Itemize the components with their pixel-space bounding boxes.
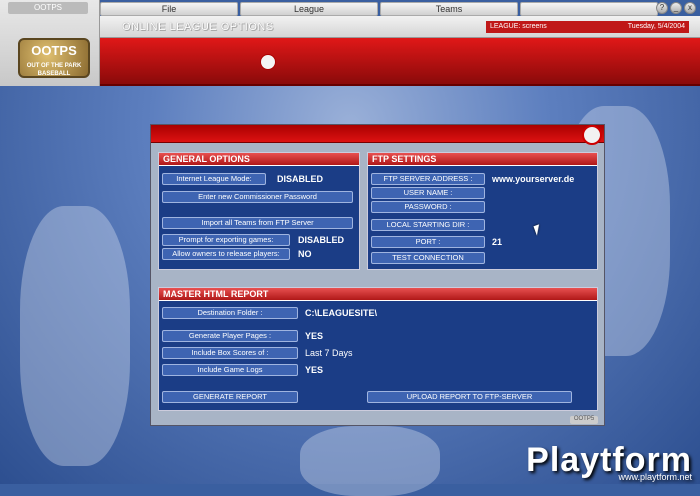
menu-file[interactable]: File bbox=[100, 2, 238, 16]
html-report-section: MASTER HTML REPORT Destination Folder : … bbox=[158, 287, 598, 411]
logo-tab[interactable]: OOTPS bbox=[8, 2, 88, 14]
game-logs-label: Include Game Logs bbox=[162, 364, 298, 376]
current-date: Tuesday, 5/4/2004 bbox=[627, 23, 685, 30]
page-title: ONLINE LEAGUE OPTIONS bbox=[122, 21, 274, 33]
port-label: PORT : bbox=[371, 236, 485, 248]
menu-league[interactable]: League bbox=[240, 2, 378, 16]
box-scores-value[interactable]: Last 7 Days bbox=[305, 347, 353, 359]
baseball-icon bbox=[582, 125, 602, 145]
ftp-settings-section: FTP SETTINGS FTP SERVER ADDRESS : www.yo… bbox=[367, 152, 598, 270]
destination-folder-label: Destination Folder : bbox=[162, 307, 298, 319]
html-report-title: MASTER HTML REPORT bbox=[159, 288, 597, 301]
batter-silhouette bbox=[20, 206, 130, 466]
player-pages-label: Generate Player Pages : bbox=[162, 330, 298, 342]
help-icon[interactable]: ? bbox=[656, 2, 668, 14]
panel-footer-tab: OOTP5 bbox=[570, 416, 598, 424]
window-controls: ? _ x bbox=[656, 2, 696, 14]
box-scores-label: Include Box Scores of : bbox=[162, 347, 298, 359]
prompt-export-label: Prompt for exporting games: bbox=[162, 234, 290, 246]
game-logs-value[interactable]: YES bbox=[305, 364, 323, 376]
prompt-export-value[interactable]: DISABLED bbox=[298, 234, 344, 246]
internet-mode-label: Internet League Mode: bbox=[162, 173, 266, 185]
watermark-url: www.playtform.net bbox=[618, 472, 692, 482]
password-label: PASSWORD : bbox=[371, 201, 485, 213]
panel-header bbox=[151, 125, 604, 145]
ftp-settings-title: FTP SETTINGS bbox=[368, 153, 597, 166]
league-label: LEAGUE: screens bbox=[490, 23, 547, 30]
logo-subtitle: OUT OF THE PARK BASEBALL bbox=[26, 63, 82, 77]
upload-report-button[interactable]: UPLOAD REPORT TO FTP-SERVER bbox=[367, 391, 572, 403]
close-icon[interactable]: x bbox=[684, 2, 696, 14]
import-teams-button[interactable]: Import all Teams from FTP Server bbox=[162, 217, 353, 229]
port-input[interactable]: 21 bbox=[492, 236, 502, 248]
general-options-section: GENERAL OPTIONS Internet League Mode: DI… bbox=[158, 152, 360, 270]
allow-release-value[interactable]: NO bbox=[298, 248, 312, 260]
test-connection-button[interactable]: TEST CONNECTION bbox=[371, 252, 485, 264]
internet-mode-value[interactable]: DISABLED bbox=[277, 173, 323, 185]
playtform-watermark: Playtform www.playtform.net bbox=[526, 441, 692, 482]
logo-title: OOTPS bbox=[31, 43, 77, 58]
menu-bar: File League Teams bbox=[100, 2, 660, 16]
menu-teams[interactable]: Teams bbox=[380, 2, 518, 16]
allow-release-label: Allow owners to release players: bbox=[162, 248, 290, 260]
header-banner bbox=[100, 38, 700, 86]
ootp-logo: OOTPS OUT OF THE PARK BASEBALL bbox=[18, 38, 90, 78]
player-silhouette bbox=[300, 426, 440, 496]
league-status-bar: LEAGUE: screens Tuesday, 5/4/2004 bbox=[486, 21, 689, 33]
title-bar: ONLINE LEAGUE OPTIONS LEAGUE: screens Tu… bbox=[100, 16, 700, 38]
ftp-server-input[interactable]: www.yourserver.de bbox=[492, 173, 574, 185]
generate-report-button[interactable]: GENERATE REPORT bbox=[162, 391, 298, 403]
local-dir-label: LOCAL STARTING DIR : bbox=[371, 219, 485, 231]
menu-empty[interactable] bbox=[520, 2, 658, 16]
ftp-server-label: FTP SERVER ADDRESS : bbox=[371, 173, 485, 185]
username-label: USER NAME : bbox=[371, 187, 485, 199]
minimize-icon[interactable]: _ bbox=[670, 2, 682, 14]
destination-folder-input[interactable]: C:\LEAGUESITE\ bbox=[305, 307, 377, 319]
commissioner-password-button[interactable]: Enter new Commissioner Password bbox=[162, 191, 353, 203]
logo-area: OOTPS OOTPS OUT OF THE PARK BASEBALL bbox=[0, 0, 100, 86]
general-options-title: GENERAL OPTIONS bbox=[159, 153, 359, 166]
baseball-icon bbox=[260, 54, 276, 70]
player-pages-value[interactable]: YES bbox=[305, 330, 323, 342]
options-panel: GENERAL OPTIONS Internet League Mode: DI… bbox=[150, 124, 605, 426]
